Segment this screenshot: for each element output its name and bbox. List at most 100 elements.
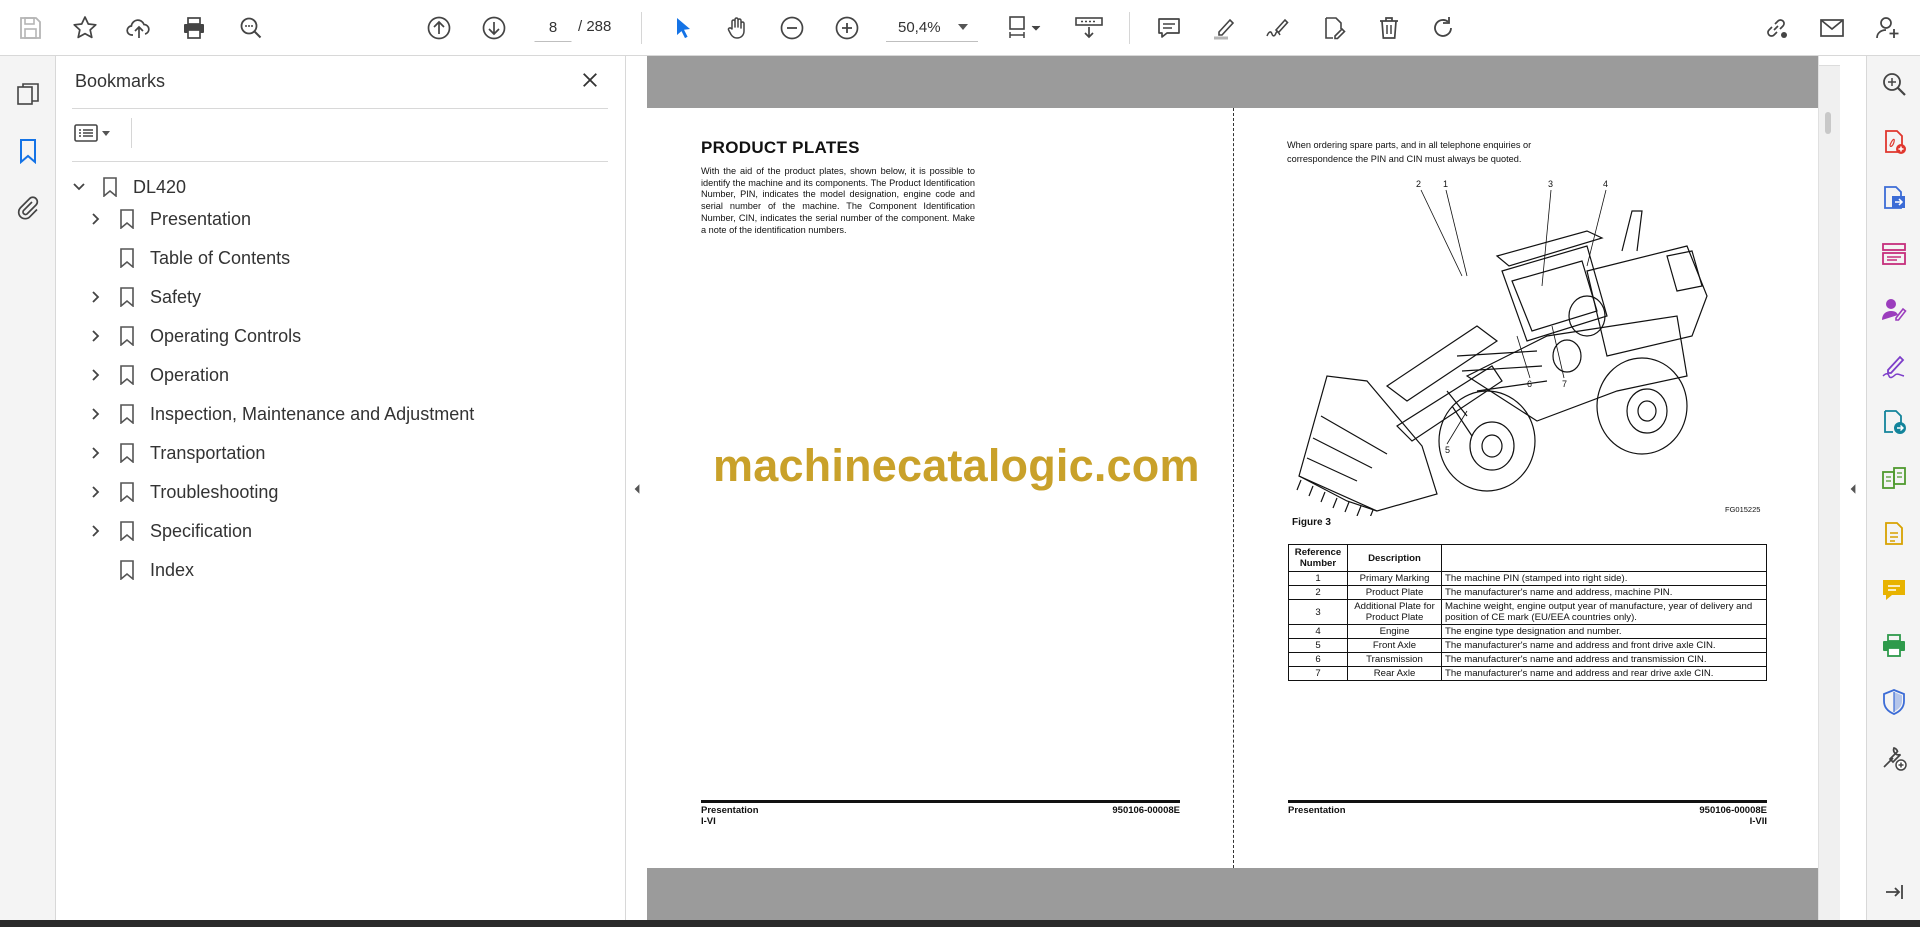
comment-icon[interactable] (1151, 10, 1187, 46)
table-row: 1 Primary Marking The machine PIN (stamped… (1288, 571, 1767, 586)
bookmark-item[interactable]: Troubleshooting (84, 477, 278, 507)
page-intro-text: When ordering spare parts, and in all te… (1287, 140, 1532, 164)
list-options-icon (74, 124, 98, 142)
bookmark-item[interactable]: Specification (84, 516, 252, 546)
bookmark-label: Inspection, Maintenance and Adjustment (150, 403, 475, 424)
table-cell: 4 (1288, 624, 1348, 639)
bookmark-label: Index (150, 559, 195, 580)
more-tools-icon[interactable] (1878, 742, 1910, 774)
bookmark-ribbon-icon (116, 480, 138, 504)
table-cell: The manufacturer's name and address, mac… (1441, 585, 1767, 600)
delete-trash-icon[interactable] (1371, 10, 1407, 46)
table-row: 4 Engine The engine type designation and n… (1288, 624, 1767, 639)
panel-divider (72, 161, 608, 162)
email-icon[interactable] (1814, 10, 1850, 46)
highlight-pen-icon[interactable] (1206, 10, 1242, 46)
bookmark-ribbon-icon (116, 207, 138, 231)
bookmark-item[interactable]: Safety (84, 282, 201, 312)
bookmark-item[interactable]: Transportation (84, 438, 265, 468)
table-cell: Product Plate (1347, 585, 1442, 600)
upload-cloud-icon[interactable] (121, 10, 157, 46)
select-cursor-icon[interactable] (665, 10, 701, 46)
zoom-out-icon[interactable] (774, 10, 810, 46)
protect-shield-icon[interactable] (1878, 686, 1910, 718)
create-pdf-icon[interactable] (1878, 126, 1910, 158)
bookmark-item[interactable]: Index (84, 555, 194, 585)
bookmarks-panel-title: Bookmarks (75, 71, 166, 91)
zoom-dropdown-caret-icon[interactable] (958, 24, 968, 30)
chevron-right-icon[interactable] (84, 441, 108, 465)
page-number-input[interactable] (534, 13, 572, 42)
bookmark-item[interactable]: Table of Contents (84, 243, 290, 273)
scrollbar-thumb[interactable] (1825, 112, 1831, 134)
bookmark-ribbon-icon (116, 519, 138, 543)
bookmark-item[interactable]: Presentation (84, 204, 251, 234)
callout-label: 5 (1445, 445, 1450, 455)
chevron-right-icon[interactable] (84, 324, 108, 348)
table-cell: Transmission (1347, 652, 1442, 667)
share-user-icon[interactable] (1870, 10, 1906, 46)
table-header-cell: Reference Number (1288, 544, 1348, 572)
bookmark-root[interactable]: DL420 (67, 172, 186, 202)
document-viewport[interactable]: PRODUCT PLATES With the aid of the produ… (647, 56, 1818, 920)
hand-tool-icon[interactable] (719, 10, 755, 46)
expand-tools-icon[interactable] (1878, 876, 1910, 908)
table-cell: The machine PIN (stamped into right side… (1441, 571, 1767, 586)
fill-sign-icon[interactable] (1878, 350, 1910, 382)
chevron-right-icon[interactable] (84, 207, 108, 231)
right-panel-gutter (1840, 56, 1866, 920)
chevron-right-icon[interactable] (84, 519, 108, 543)
print-production-icon[interactable] (1878, 630, 1910, 662)
table-header-cell (1441, 544, 1767, 572)
zoom-tool-icon[interactable] (1878, 68, 1910, 100)
page-fit-icon[interactable] (1000, 10, 1048, 46)
bookmark-item[interactable]: Inspection, Maintenance and Adjustment (84, 399, 474, 429)
table-cell: 5 (1288, 638, 1348, 653)
bookmark-label: Troubleshooting (150, 481, 279, 502)
save-icon[interactable] (12, 10, 48, 46)
chevron-right-icon[interactable] (84, 363, 108, 387)
bookmark-options-button[interactable] (74, 118, 122, 148)
star-icon[interactable] (67, 10, 103, 46)
bookmark-ribbon-icon (116, 441, 138, 465)
table-cell: Rear Axle (1347, 666, 1442, 681)
table-row: 3 Additional Plate for Product Plate Machi… (1288, 599, 1767, 625)
previous-page-icon[interactable] (421, 10, 457, 46)
chevron-down-icon[interactable] (67, 175, 91, 199)
table-cell: Machine weight, engine output year of ma… (1441, 599, 1767, 625)
rotate-icon[interactable] (1425, 10, 1461, 46)
comment-tool-icon[interactable] (1878, 574, 1910, 606)
export-pdf-icon[interactable] (1878, 182, 1910, 214)
table-header-row: Reference Number Description (1288, 544, 1767, 572)
chevron-right-icon[interactable] (84, 285, 108, 309)
edit-pdf-icon[interactable] (1316, 10, 1352, 46)
zoom-in-icon[interactable] (829, 10, 865, 46)
page-thumbnails-icon[interactable] (10, 76, 46, 112)
bookmark-item[interactable]: Operation (84, 360, 229, 390)
next-page-icon[interactable] (476, 10, 512, 46)
table-cell: Primary Marking (1347, 571, 1442, 586)
close-panel-icon[interactable] (576, 66, 604, 94)
compare-files-icon[interactable] (1878, 462, 1910, 494)
print-icon[interactable] (176, 10, 212, 46)
request-signature-icon[interactable] (1878, 294, 1910, 326)
scan-ocr-icon[interactable] (1878, 518, 1910, 550)
bookmarks-icon[interactable] (10, 133, 46, 169)
footer-section: Presentation (701, 805, 759, 816)
scroll-mode-icon[interactable] (1069, 10, 1109, 46)
bookmark-item[interactable]: Operating Controls (84, 321, 301, 351)
attachments-paperclip-icon[interactable] (10, 189, 46, 225)
expand-right-panel-icon[interactable] (1846, 474, 1860, 504)
vertical-scrollbar[interactable] (1818, 56, 1841, 920)
chevron-right-icon[interactable] (84, 480, 108, 504)
draw-signature-icon[interactable] (1259, 10, 1295, 46)
callout-label: 2 (1416, 179, 1421, 189)
chevron-right-icon[interactable] (84, 402, 108, 426)
organize-pages-icon[interactable] (1878, 238, 1910, 270)
share-link-icon[interactable] (1758, 10, 1794, 46)
collapse-left-panel-icon[interactable] (630, 474, 644, 504)
zoom-search-icon[interactable] (233, 10, 269, 46)
page-body-text: With the aid of the product plates, show… (701, 166, 975, 235)
send-track-icon[interactable] (1878, 406, 1910, 438)
